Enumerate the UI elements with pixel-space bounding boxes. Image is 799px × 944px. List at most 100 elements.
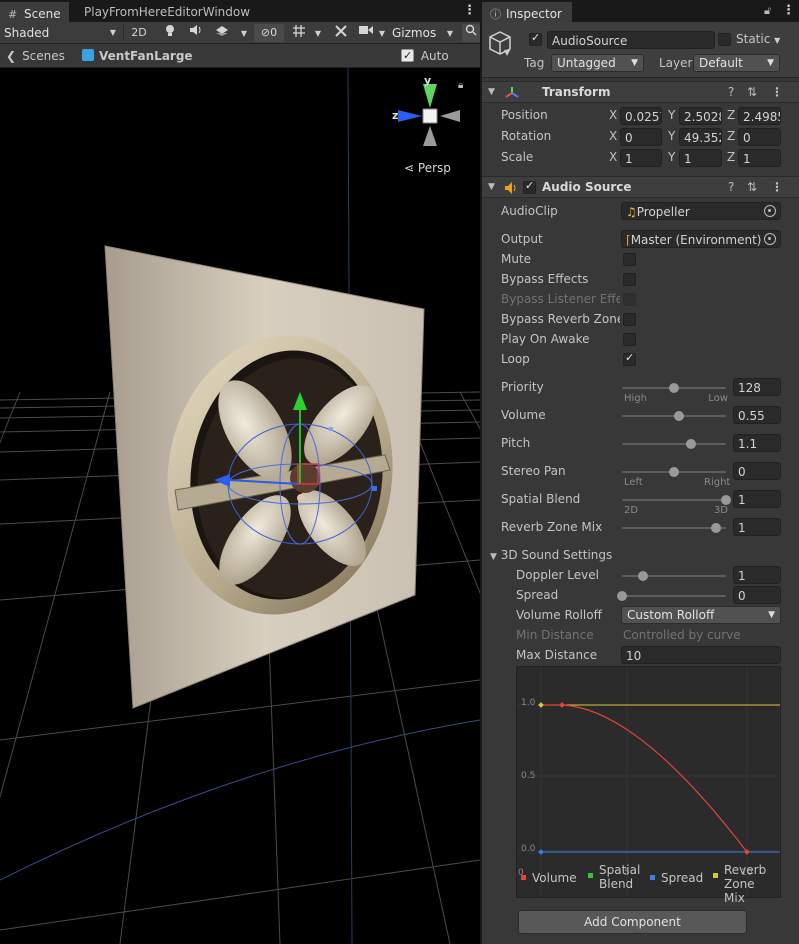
- hidden-objects-toggle[interactable]: ⊘0: [254, 24, 284, 42]
- bypass-effects-checkbox[interactable]: [623, 273, 636, 286]
- spread-field[interactable]: 0: [733, 586, 781, 604]
- loop-checkbox[interactable]: [623, 351, 636, 366]
- audio-source-header[interactable]: ▼ Audio Source ? ⇅ ⋮: [482, 176, 799, 198]
- volume-field[interactable]: 0.55: [733, 406, 781, 424]
- grid-snap-icon[interactable]: [288, 24, 310, 42]
- transform-scale-z[interactable]: 1: [738, 149, 781, 167]
- gizmos-button[interactable]: Gizmos: [392, 23, 444, 43]
- mute-checkbox[interactable]: [623, 253, 636, 266]
- tab-scene[interactable]: # Scene: [0, 2, 69, 22]
- transform-rotation-z[interactable]: 0: [738, 128, 781, 146]
- preset-icon[interactable]: ⇅: [747, 85, 757, 99]
- audio-source-enabled-checkbox[interactable]: [523, 179, 536, 194]
- min-distance-label: Min Distance: [516, 628, 594, 642]
- scene-tab-bar: # Scene PlayFromHereEditorWindow ⋮: [0, 0, 480, 22]
- breadcrumb-current-prefab[interactable]: VentFanLarge: [82, 47, 193, 65]
- rolloff-curve-editor[interactable]: 1.0 0.5 0.0 0 5 10 Volume Spatial Blend …: [516, 666, 781, 905]
- spatial-blend-field[interactable]: 1: [733, 490, 781, 508]
- transform-position-z[interactable]: 2.4985: [738, 107, 781, 125]
- foldout-arrow-icon[interactable]: ▼: [488, 182, 495, 192]
- priority-label: Priority: [501, 380, 544, 394]
- auto-save-checkbox[interactable]: [401, 47, 414, 65]
- audio-icon[interactable]: [186, 24, 206, 42]
- auto-save-toggle[interactable]: Auto Save: [401, 47, 480, 81]
- sound-3d-foldout[interactable]: ▼ 3D Sound Settings: [490, 548, 612, 562]
- doppler-level-field[interactable]: 1: [733, 566, 781, 584]
- spread-slider-thumb[interactable]: [617, 591, 627, 601]
- object-picker-icon[interactable]: [764, 233, 776, 245]
- play-on-awake-checkbox[interactable]: [623, 333, 636, 346]
- foldout-arrow-icon[interactable]: ▼: [488, 87, 495, 97]
- legend-spread[interactable]: Spread: [650, 871, 703, 885]
- spatial-blend-slider-thumb[interactable]: [721, 495, 731, 505]
- transform-scale-x[interactable]: 1: [620, 149, 662, 167]
- bypass-listener-effects-label: Bypass Listener Effects: [501, 292, 620, 306]
- lock-icon[interactable]: 🔓︎: [764, 4, 771, 18]
- stereo-pan-field[interactable]: 0: [733, 462, 781, 480]
- layer-dropdown[interactable]: Default ▼: [693, 54, 780, 72]
- max-distance-label: Max Distance: [516, 648, 598, 662]
- priority-field[interactable]: 128: [733, 378, 781, 396]
- projection-toggle[interactable]: ⋖ Persp: [404, 161, 451, 175]
- y-axis-label: 1.0: [521, 698, 536, 708]
- transform-rotation-y[interactable]: 49.352: [679, 128, 722, 146]
- pitch-label: Pitch: [501, 436, 531, 450]
- bypass-listener-effects-checkbox[interactable]: [623, 293, 636, 306]
- legend-reverb-zone-mix[interactable]: Reverb Zone Mix: [713, 863, 773, 905]
- camera-icon[interactable]: [356, 24, 376, 42]
- transform-position-y[interactable]: 2.5028: [679, 107, 722, 125]
- output-field[interactable]: ⌈Master (Environment): [621, 230, 781, 248]
- transform-scale-y[interactable]: 1: [679, 149, 722, 167]
- lock-icon[interactable]: 🔒︎: [458, 80, 463, 91]
- doppler-slider-thumb[interactable]: [637, 571, 648, 581]
- add-component-button[interactable]: Add Component: [518, 910, 747, 934]
- object-picker-icon[interactable]: [764, 205, 776, 217]
- breadcrumb-scenes[interactable]: ❮ Scenes: [6, 47, 65, 65]
- draw-mode-dropdown[interactable]: Shaded ▼: [4, 23, 118, 43]
- scene-viewport[interactable]: y z 🔒︎ ⋖ Persp: [0, 68, 480, 944]
- object-active-checkbox[interactable]: [529, 31, 542, 46]
- tab-inspector[interactable]: ⓘ Inspector: [482, 2, 572, 22]
- lighting-icon[interactable]: [160, 24, 180, 42]
- help-icon[interactable]: ?: [728, 85, 734, 99]
- grid-dropdown-icon[interactable]: ▼: [312, 24, 324, 42]
- pitch-slider-thumb[interactable]: [685, 439, 696, 449]
- chevron-down-icon[interactable]: ▼: [504, 48, 510, 57]
- effects-dropdown-icon[interactable]: ▼: [238, 24, 250, 42]
- bypass-reverb-zones-checkbox[interactable]: [623, 313, 636, 326]
- effects-icon[interactable]: [210, 24, 234, 42]
- tab-play-from-here[interactable]: PlayFromHereEditorWindow: [76, 2, 258, 22]
- volume-rolloff-dropdown[interactable]: Custom Rolloff ▼: [621, 606, 781, 624]
- tools-icon[interactable]: [330, 24, 352, 42]
- inspector-menu-icon[interactable]: ⋮: [782, 3, 795, 18]
- stereo-pan-slider-thumb[interactable]: [669, 467, 679, 477]
- object-name-field[interactable]: AudioSource: [547, 31, 715, 49]
- tag-dropdown[interactable]: Untagged ▼: [551, 54, 644, 72]
- search-icon[interactable]: [462, 24, 480, 42]
- component-menu-icon[interactable]: ⋮: [771, 85, 783, 99]
- transform-position-x[interactable]: 0.0257: [620, 107, 662, 125]
- transform-header[interactable]: ▼ Transform ? ⇅ ⋮: [482, 81, 799, 103]
- static-checkbox[interactable]: [718, 33, 731, 46]
- max-distance-field[interactable]: 10: [621, 646, 781, 664]
- preset-icon[interactable]: ⇅: [747, 180, 757, 194]
- legend-spatial-blend[interactable]: Spatial Blend: [588, 863, 650, 891]
- reverb-zone-mix-field[interactable]: 1: [733, 518, 781, 536]
- toggle-2d-button[interactable]: 2D: [128, 24, 150, 42]
- spread-slider-track[interactable]: [622, 595, 726, 597]
- camera-dropdown-icon[interactable]: ▼: [376, 24, 388, 42]
- scene-menu-icon[interactable]: ⋮: [463, 3, 476, 18]
- spatial-blend-slider-track[interactable]: [622, 499, 726, 501]
- priority-slider-thumb[interactable]: [669, 383, 679, 393]
- static-dropdown[interactable]: Static ▼: [736, 32, 780, 46]
- audio-clip-field[interactable]: ♫Propeller: [621, 202, 781, 220]
- reverb-zone-mix-slider-thumb[interactable]: [710, 523, 721, 533]
- gizmos-dropdown-icon[interactable]: ▼: [444, 24, 456, 42]
- pitch-slider-track[interactable]: [622, 443, 726, 445]
- transform-rotation-x[interactable]: 0: [620, 128, 662, 146]
- component-menu-icon[interactable]: ⋮: [771, 180, 783, 194]
- pitch-field[interactable]: 1.1: [733, 434, 781, 452]
- help-icon[interactable]: ?: [728, 180, 734, 194]
- volume-slider-thumb[interactable]: [674, 411, 685, 421]
- legend-volume[interactable]: Volume: [521, 871, 577, 885]
